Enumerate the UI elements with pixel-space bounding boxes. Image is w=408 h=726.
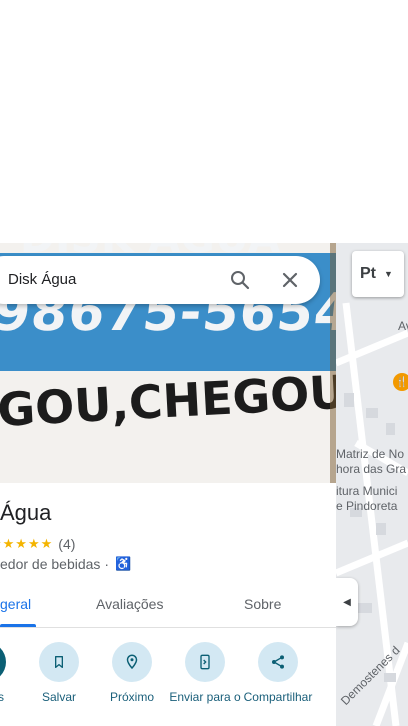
- search-input[interactable]: Disk Água: [8, 271, 76, 288]
- collapse-panel-button[interactable]: ◀: [336, 578, 358, 626]
- action-circle: [112, 642, 152, 682]
- map-label: Av: [398, 319, 408, 333]
- place-panel: DISK ÁGUA 98675-5654 GOU,CHEGOU! Disk Ág…: [0, 243, 336, 726]
- place-category[interactable]: edor de bebidas: [0, 556, 100, 572]
- map-label: Matriz de No: [336, 447, 405, 461]
- rating-row[interactable]: ★★★★★ (4): [0, 536, 75, 552]
- tab-about[interactable]: Sobre: [244, 596, 281, 612]
- nearby-label: Próximo: [109, 690, 154, 704]
- separator: ·: [104, 556, 110, 572]
- review-count[interactable]: (4): [58, 536, 75, 552]
- rating-stars: ★★★★★: [0, 536, 54, 551]
- category-row: edor de bebidas · ♿: [0, 556, 131, 572]
- search-icon[interactable]: [228, 268, 252, 292]
- search-box[interactable]: Disk Água: [0, 256, 320, 304]
- action-bar: Salvar Próximo Enviar para o Compartilha…: [0, 642, 336, 726]
- map-canvas[interactable]: Pt ▼ 🍴 Av Matriz de No hora das Gra itur…: [336, 243, 408, 726]
- action-circle: [185, 642, 225, 682]
- save-button[interactable]: Salvar: [21, 642, 97, 705]
- map-label: itura Munici: [336, 484, 398, 498]
- send-to-phone-button[interactable]: Enviar para o: [167, 642, 243, 705]
- photo-sign-text: GOU,CHEGOU!: [0, 363, 336, 437]
- layer-label: Pt: [360, 265, 376, 282]
- nearby-button[interactable]: Próximo: [94, 642, 170, 705]
- photo-edge: [330, 243, 336, 483]
- restaurant-poi-icon[interactable]: 🍴: [393, 373, 408, 391]
- active-tab-indicator: [0, 624, 36, 627]
- blank-area: [0, 0, 408, 243]
- action-circle: [39, 642, 79, 682]
- action-circle: [258, 642, 298, 682]
- save-label: Salvar: [41, 690, 76, 704]
- map-layers-button[interactable]: Pt ▼: [352, 251, 404, 297]
- share-button[interactable]: Compartilhar: [240, 642, 316, 705]
- share-icon: [272, 655, 284, 669]
- dropdown-arrow-icon: ▼: [384, 269, 393, 279]
- share-label: Compartilhar: [243, 690, 313, 704]
- map-label: e Pindoreta: [336, 499, 398, 513]
- place-title: Água: [0, 500, 52, 525]
- tab-overview[interactable]: geral: [0, 596, 31, 612]
- bookmark-icon: [55, 656, 63, 668]
- tab-bar: geral Avaliações Sobre: [0, 583, 336, 628]
- close-icon[interactable]: [278, 268, 302, 292]
- send-to-phone-icon: [200, 654, 210, 670]
- wheelchair-icon: ♿: [115, 556, 132, 571]
- nearby-icon: [126, 654, 138, 670]
- map-label: hora das Gra: [336, 462, 407, 476]
- send-to-phone-label: Enviar para o: [169, 690, 241, 704]
- tab-reviews[interactable]: Avaliações: [96, 596, 163, 612]
